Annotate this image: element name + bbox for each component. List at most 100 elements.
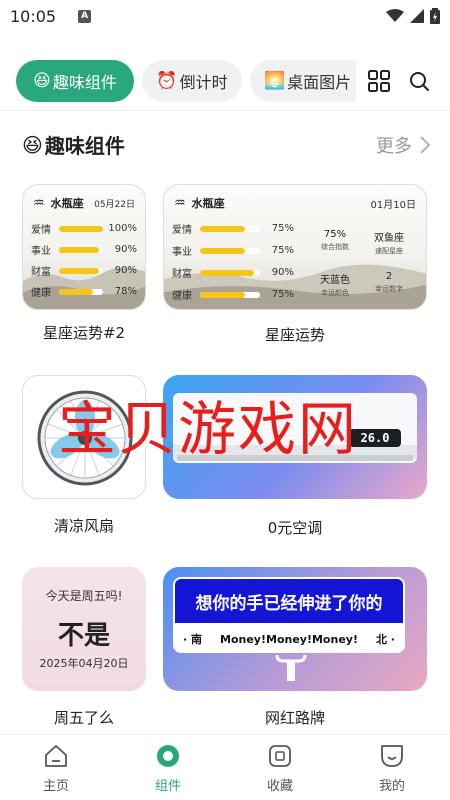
battery-icon: [430, 8, 440, 24]
horoscope-header: ♒ 水瓶座 05月22日: [33, 195, 135, 211]
more-label: 更多: [376, 136, 412, 157]
stat-label: 幸运颜色: [321, 289, 349, 297]
grid-icon[interactable]: [368, 70, 390, 92]
more-link[interactable]: 更多: [376, 132, 430, 158]
stat-label: 速配星座: [375, 247, 403, 255]
section-title: 😆 趣味组件: [22, 130, 125, 159]
profile-icon: [381, 745, 403, 767]
tab-fun-widgets[interactable]: 😆 趣味组件: [16, 60, 134, 102]
card-caption: 星座运势#2: [42, 324, 126, 342]
horoscope-bar-fill: [59, 267, 99, 274]
horoscope-date: 05月22日: [94, 199, 135, 210]
tab-label: 趣味组件: [52, 73, 117, 92]
tab-wallpapers[interactable]: 🌅 桌面图片: [250, 60, 356, 102]
friday-date: 2025年04月20日: [39, 657, 129, 670]
stat-lucky-color: 天蓝色 幸运颜色: [310, 271, 360, 298]
ac-temperature-display: 26.0: [360, 431, 390, 445]
tab-label: 桌面图片: [287, 73, 352, 92]
horoscope-row-label: 财富: [172, 269, 192, 280]
status-icons: [386, 8, 440, 24]
horoscope-bar: [200, 269, 260, 276]
nav-label: 组件: [154, 779, 181, 794]
card-caption: 星座运势: [264, 326, 325, 344]
nav-item-widgets[interactable]: 组件: [128, 743, 208, 794]
horoscope-row-value: 75%: [271, 223, 294, 234]
nav-label: 收藏: [266, 779, 293, 794]
stat-value: 75%: [323, 229, 347, 240]
category-tabs: 😆 趣味组件 ⏰ 倒计时 🌅 桌面图片: [0, 58, 450, 104]
nav-label: 主页: [42, 779, 69, 794]
bottom-navigation: 主页 组件 收藏 我的: [0, 734, 450, 800]
horoscope-row-label: 爱情: [172, 225, 192, 236]
card-caption: 周五了么: [53, 709, 114, 727]
horoscope-row-label: 财富: [31, 267, 51, 278]
horoscope-bar: [59, 267, 103, 274]
nav-item-profile[interactable]: 我的: [352, 743, 432, 794]
horoscope-date: 01月10日: [370, 199, 416, 211]
horoscope-row: 爱情 75%: [172, 221, 294, 236]
home-icon: [45, 745, 67, 767]
horoscope-row-value: 75%: [271, 245, 294, 256]
horoscope-row-value: 78%: [114, 286, 137, 297]
sign-pole-icon: [275, 655, 307, 681]
aquarius-icon: ♒: [33, 195, 45, 211]
signal-icon: [410, 9, 424, 23]
nav-item-home[interactable]: 主页: [16, 743, 96, 794]
horoscope-sign: 水瓶座: [50, 197, 84, 210]
horoscope-header: ♒ 水瓶座 01月10日: [174, 195, 416, 211]
horoscope-row: 健康 75%: [172, 287, 294, 302]
horoscope-bar-fill: [200, 269, 254, 276]
horoscope-bar-fill: [200, 225, 245, 232]
search-icon[interactable]: [407, 69, 431, 93]
header-divider: [0, 110, 450, 111]
horoscope-row: 财富 90%: [31, 263, 137, 278]
horoscope-row-label: 事业: [31, 246, 51, 257]
stat-value: 双鱼座: [374, 233, 404, 244]
wifi-icon: [386, 9, 404, 22]
horoscope-row-value: 90%: [114, 265, 137, 276]
card-caption: 清凉风扇: [53, 517, 114, 535]
friday-question: 今天是周五吗!: [45, 589, 123, 603]
horoscope-row: 财富 90%: [172, 265, 294, 280]
horoscope-large-card[interactable]: ♒ 水瓶座 01月10日 爱情 75% 事业 75% 财富 90% 健康 75% 75% 综合…: [163, 184, 427, 310]
stat-value: 天蓝色: [320, 275, 350, 286]
horoscope-bar-fill: [59, 246, 99, 253]
stat-label: 幸运数字: [375, 285, 403, 293]
nav-item-favorites[interactable]: 收藏: [240, 743, 320, 794]
road-sign-middle: Money!Money!Money!: [220, 632, 358, 646]
card-caption: 0元空调: [267, 519, 323, 537]
horoscope-row-value: 100%: [108, 223, 137, 234]
alarm-clock-icon: ⏰: [156, 71, 178, 91]
road-sign-card[interactable]: 想你的手已经伸进了你的 · 南 Money!Money!Money! 北 ·: [163, 567, 427, 691]
horoscope-row-label: 爱情: [31, 225, 51, 236]
sunrise-icon: 🌅: [264, 71, 286, 91]
tab-label: 倒计时: [179, 73, 228, 92]
road-sign-board: 想你的手已经伸进了你的 · 南 Money!Money!Money! 北 ·: [173, 577, 405, 653]
horoscope-row-value: 90%: [271, 267, 294, 278]
road-sign-bottom: · 南 Money!Money!Money! 北 ·: [173, 625, 405, 653]
horoscope-bar: [59, 246, 103, 253]
stat-lucky-number: 2 幸运数字: [364, 271, 414, 294]
friday-card[interactable]: 今天是周五吗! 不是 2025年04月20日: [22, 567, 146, 691]
horoscope-row-label: 事业: [172, 247, 192, 258]
horoscope-small-card[interactable]: ♒ 水瓶座 05月22日 爱情 100% 事业 90% 财富 90% 健康 78%: [22, 184, 146, 310]
horoscope-bar: [200, 247, 260, 254]
road-sign-left: · 南: [183, 633, 203, 646]
road-sign-top-text: 想你的手已经伸进了你的: [173, 577, 405, 625]
stat-match-sign: 双鱼座 速配星座: [364, 229, 414, 256]
horoscope-bar: [200, 225, 260, 232]
horoscope-row: 爱情 100%: [31, 221, 137, 236]
watermark-text: 宝贝游戏网: [58, 395, 359, 463]
laugh-emoji-icon: 😆: [22, 132, 43, 157]
horoscope-row: 事业 75%: [172, 243, 294, 258]
tab-countdown[interactable]: ⏰ 倒计时: [142, 60, 242, 102]
horoscope-bar-fill: [59, 288, 94, 295]
horoscope-row: 健康 78%: [31, 284, 137, 299]
status-bar: 10:05 A: [0, 0, 450, 32]
horoscope-bar-fill: [200, 291, 245, 298]
horoscope-bar: [59, 225, 103, 232]
laugh-emoji-icon: 😆: [33, 71, 51, 91]
horoscope-row-label: 健康: [31, 288, 51, 299]
nav-label: 我的: [378, 779, 405, 794]
chevron-right-icon: [420, 136, 430, 154]
